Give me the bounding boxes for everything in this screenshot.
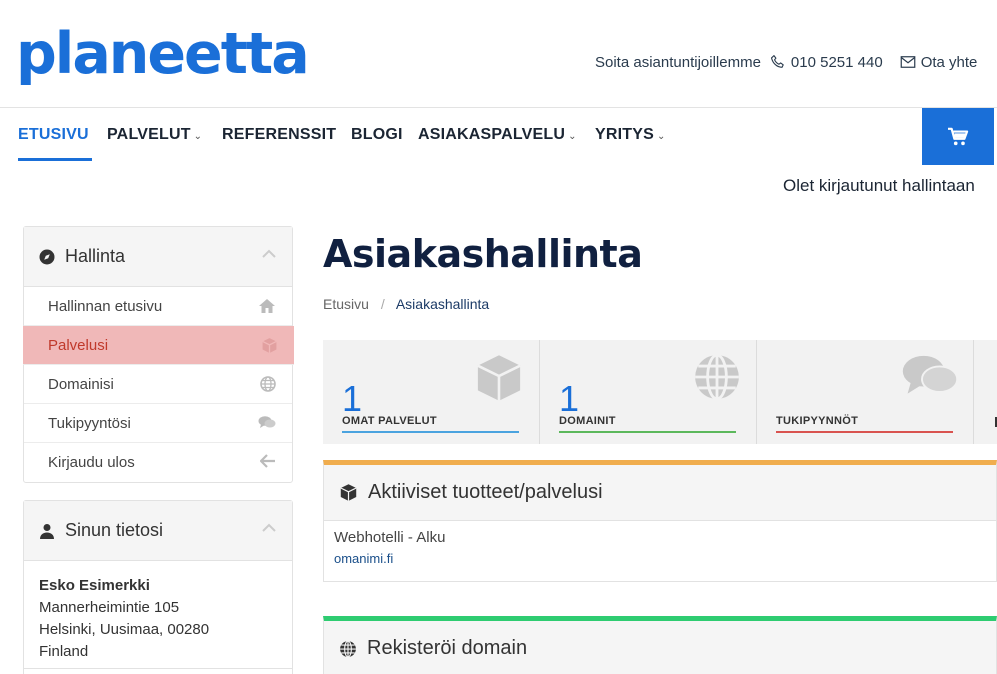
nav-referenssit[interactable]: REFERENSSIT bbox=[222, 126, 336, 144]
register-domain-header: Rekisteröi domain bbox=[324, 621, 996, 674]
user-info-header[interactable]: Sinun tietosi bbox=[24, 501, 292, 561]
stat-value: 1 bbox=[342, 378, 363, 419]
site-header: planeetta Soita asiantuntijoillemme 010 … bbox=[0, 0, 997, 108]
user-info-body: Esko Esimerkki Mannerheimintie 105 Helsi… bbox=[24, 561, 292, 673]
stat-label: TUKIPYYNNÖT bbox=[776, 415, 859, 427]
active-products-card: Aktiiviset tuotteet/palvelusi Webhotelli… bbox=[323, 460, 997, 582]
phone-number[interactable]: 010 5251 440 bbox=[791, 54, 883, 71]
user-city: Helsinki, Uusimaa, 00280 bbox=[39, 621, 210, 638]
nav-palvelut[interactable]: PALVELUT ⌄ bbox=[107, 126, 202, 144]
user-name: Esko Esimerkki bbox=[39, 577, 150, 594]
divider bbox=[24, 668, 292, 669]
chevron-down-icon: ⌄ bbox=[193, 131, 203, 142]
register-domain-card: Rekisteröi domain bbox=[323, 616, 997, 674]
cart-button[interactable] bbox=[922, 108, 994, 165]
stat-accent-bar bbox=[559, 431, 736, 433]
stat-value: 1 bbox=[559, 378, 580, 419]
nav-etusivu[interactable]: ETUSIVU bbox=[18, 126, 89, 144]
cube-icon bbox=[477, 355, 521, 401]
sidebar-item-palvelusi[interactable]: Palvelusi bbox=[23, 326, 294, 365]
user-icon bbox=[40, 523, 54, 539]
cube-icon bbox=[262, 338, 277, 353]
envelope-icon bbox=[899, 53, 917, 71]
sidebar-item-domainisi[interactable]: Domainisi bbox=[24, 365, 292, 404]
chevron-up-icon[interactable] bbox=[262, 523, 276, 533]
breadcrumb-home[interactable]: Etusivu bbox=[323, 296, 369, 312]
stat-label: DOMAINIT bbox=[559, 415, 616, 427]
compass-icon bbox=[39, 249, 55, 264]
stat-tile-services[interactable]: 1 OMAT PALVELUT bbox=[323, 340, 540, 444]
stat-accent-bar bbox=[776, 431, 953, 433]
cube-icon bbox=[340, 484, 357, 501]
contact-link[interactable]: Ota yhte bbox=[921, 54, 978, 71]
home-icon bbox=[259, 299, 275, 313]
nav-yritys[interactable]: YRITYS ⌄ bbox=[595, 126, 666, 144]
product-domain[interactable]: omanimi.fi bbox=[334, 551, 986, 566]
breadcrumb: Etusivu / Asiakashallinta bbox=[323, 296, 489, 312]
product-row[interactable]: Webhotelli - Alku omanimi.fi bbox=[324, 521, 996, 574]
phone-icon bbox=[769, 53, 787, 71]
active-products-title: Aktiiviset tuotteet/palvelusi bbox=[368, 481, 603, 503]
admin-menu-title: Hallinta bbox=[65, 246, 126, 266]
page-title: Asiakashallinta bbox=[323, 232, 643, 276]
globe-icon bbox=[340, 640, 356, 657]
nav-asiakaspalvelu[interactable]: ASIAKASPALVELU ⌄ bbox=[418, 126, 577, 144]
sidebar-item-hallinnan-etusivu[interactable]: Hallinnan etusivu bbox=[24, 287, 292, 326]
nav-active-indicator bbox=[18, 158, 92, 161]
stat-accent-bar bbox=[342, 431, 519, 433]
sidebar-item-tukipyyntosi[interactable]: Tukipyyntösi bbox=[24, 404, 292, 443]
globe-icon bbox=[260, 376, 276, 392]
planeetta-logo[interactable]: planeetta bbox=[16, 26, 310, 83]
stat-tile-partial bbox=[974, 340, 997, 444]
sidebar-item-kirjaudu-ulos[interactable]: Kirjaudu ulos bbox=[24, 443, 292, 482]
user-info-panel: Sinun tietosi Esko Esimerkki Mannerheimi… bbox=[23, 500, 293, 674]
chevron-up-icon[interactable] bbox=[262, 249, 276, 259]
logged-in-notice: Olet kirjautunut hallintaan bbox=[783, 176, 975, 195]
stats-bar: 1 OMAT PALVELUT 1 DOMAINIT TUKIPYYNNÖT bbox=[323, 340, 997, 444]
stat-tile-domains[interactable]: 1 DOMAINIT bbox=[540, 340, 757, 444]
nav-blogi[interactable]: BLOGI bbox=[351, 126, 403, 144]
globe-icon bbox=[695, 353, 739, 401]
stat-label: OMAT PALVELUT bbox=[342, 415, 437, 427]
breadcrumb-current: Asiakashallinta bbox=[395, 296, 490, 312]
main-nav: ETUSIVU PALVELUT ⌄ REFERENSSIT BLOGI ASIA… bbox=[0, 108, 997, 164]
stat-tile-tickets[interactable]: TUKIPYYNNÖT bbox=[757, 340, 974, 444]
admin-menu-header[interactable]: Hallinta bbox=[24, 227, 292, 287]
breadcrumb-separator: / bbox=[380, 296, 385, 312]
chevron-down-icon: ⌄ bbox=[568, 131, 577, 142]
contact-bar: Soita asiantuntijoillemme 010 5251 440 O… bbox=[595, 53, 977, 71]
product-name[interactable]: Webhotelli - Alku bbox=[334, 529, 986, 546]
call-text: Soita asiantuntijoillemme bbox=[595, 53, 761, 71]
user-address: Mannerheimintie 105 bbox=[39, 599, 180, 616]
active-products-header: Aktiiviset tuotteet/palvelusi bbox=[324, 465, 996, 521]
comments-icon bbox=[902, 355, 959, 394]
cart-icon bbox=[948, 127, 969, 145]
comments-icon bbox=[258, 416, 276, 428]
admin-menu-panel: Hallinta Hallinnan etusivu Palvelusi Dom… bbox=[23, 226, 294, 483]
user-info-title: Sinun tietosi bbox=[65, 520, 164, 540]
chevron-down-icon: ⌄ bbox=[657, 131, 666, 142]
register-domain-title: Rekisteröi domain bbox=[367, 637, 528, 659]
arrow-left-icon bbox=[260, 454, 275, 468]
user-country: Finland bbox=[39, 643, 89, 660]
